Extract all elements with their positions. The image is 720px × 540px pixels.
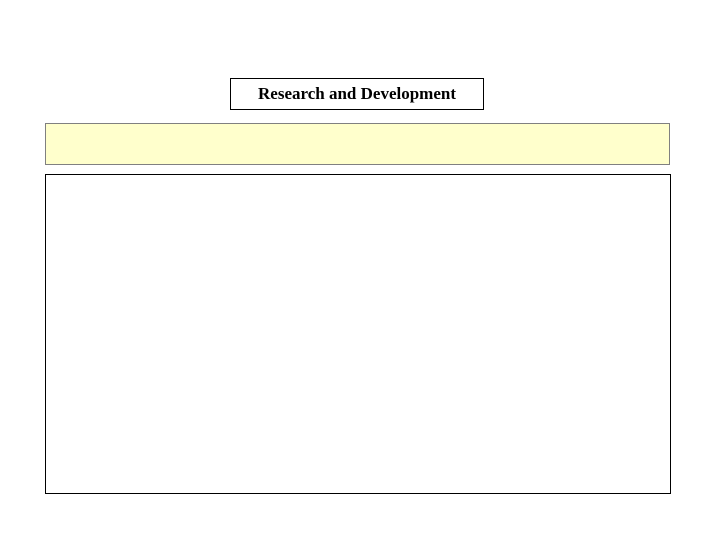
slide-title-box: Research and Development xyxy=(230,78,484,110)
yellow-banner xyxy=(45,123,670,165)
slide-title: Research and Development xyxy=(258,84,456,103)
content-frame xyxy=(45,174,671,494)
